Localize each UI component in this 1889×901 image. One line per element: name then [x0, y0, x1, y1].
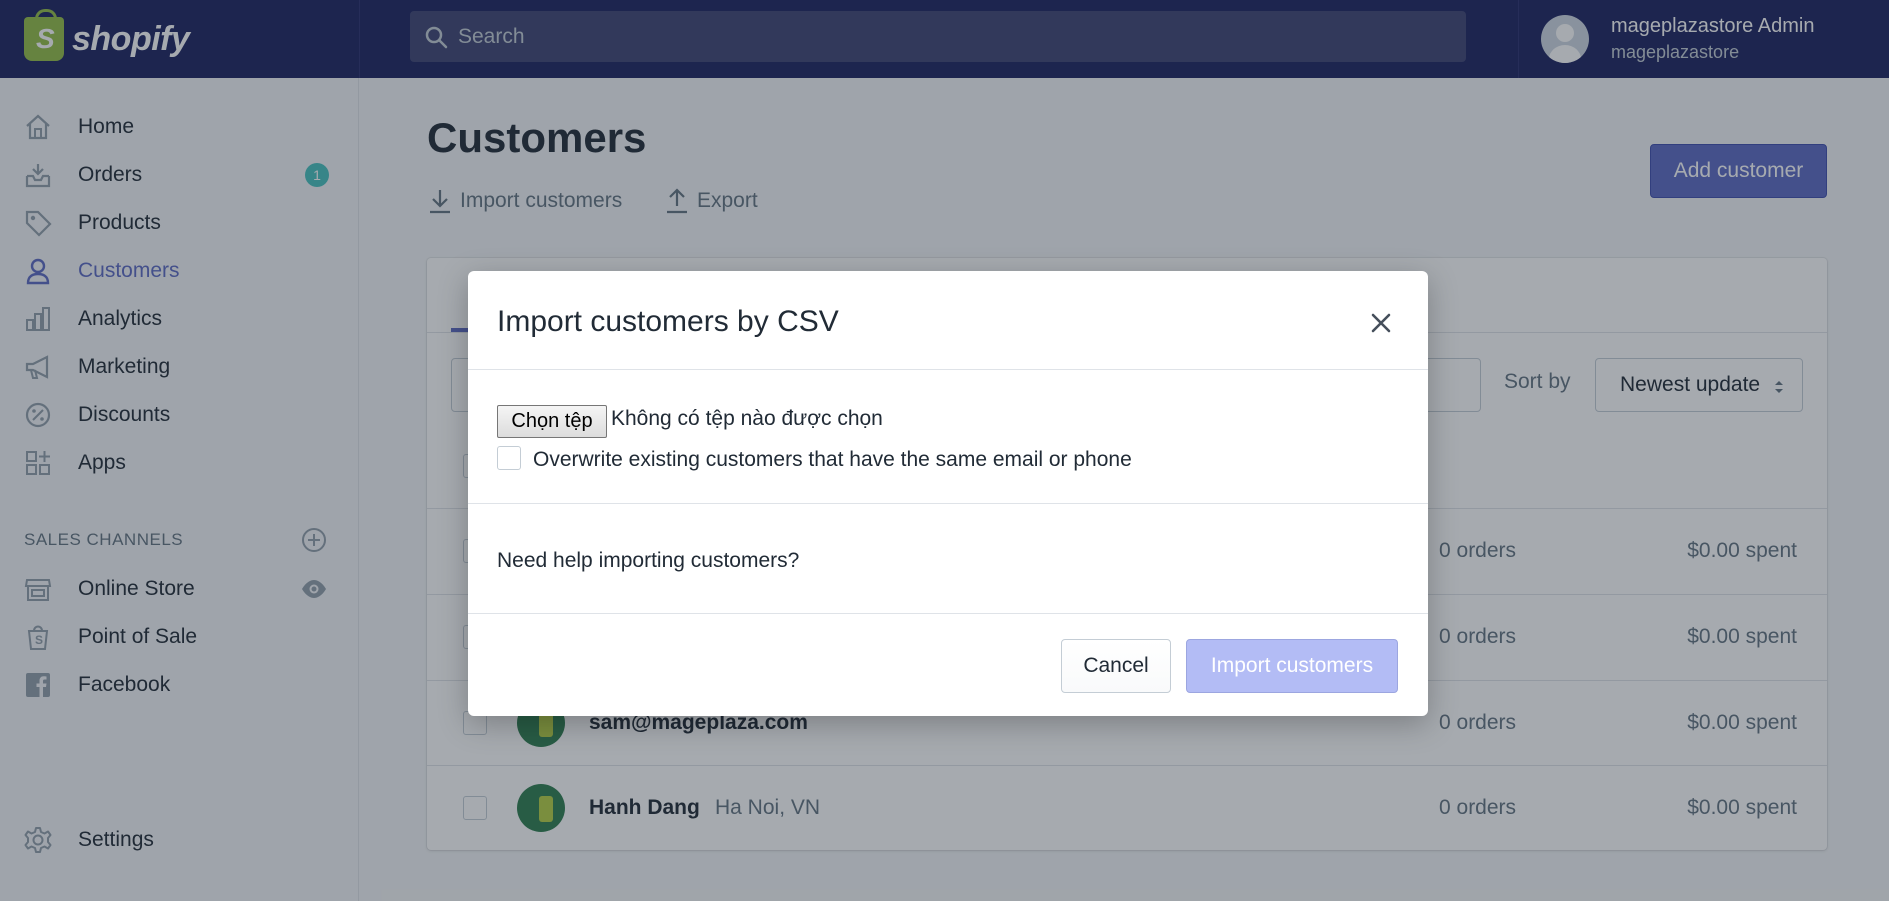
- overwrite-label[interactable]: Overwrite existing customers that have t…: [533, 448, 1132, 472]
- modal-footer-divider: [468, 613, 1428, 614]
- modal-title: Import customers by CSV: [497, 305, 839, 338]
- modal-section-divider: [468, 503, 1428, 504]
- file-status-text: Không có tệp nào được chọn: [611, 407, 883, 430]
- overwrite-checkbox[interactable]: [497, 446, 521, 470]
- import-customers-modal: Import customers by CSV Chọn tệp Không c…: [468, 271, 1428, 716]
- import-customers-button[interactable]: Import customers: [1186, 639, 1398, 693]
- choose-file-button[interactable]: Chọn tệp: [497, 405, 607, 438]
- help-importing-text: Need help importing customers?: [497, 549, 800, 572]
- close-icon[interactable]: [1369, 311, 1393, 335]
- cancel-button[interactable]: Cancel: [1061, 639, 1171, 693]
- modal-header-divider: [468, 369, 1428, 370]
